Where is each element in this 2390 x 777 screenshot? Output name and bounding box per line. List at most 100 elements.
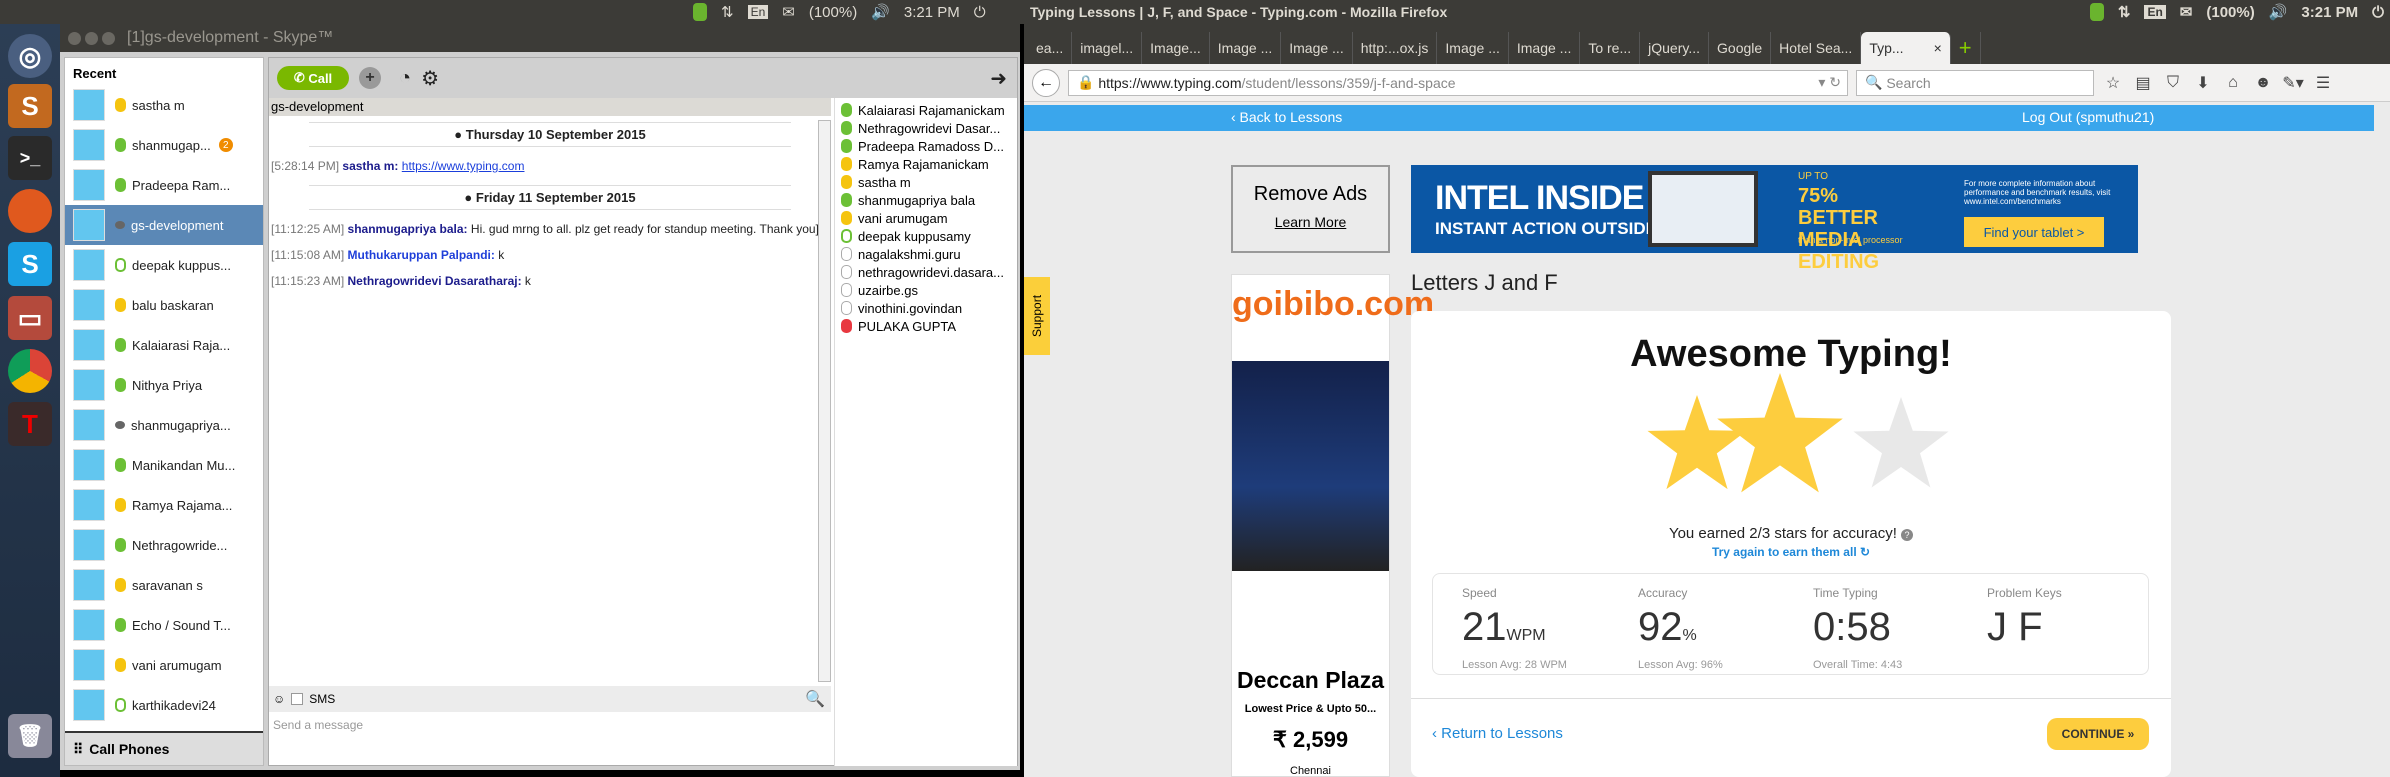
recent-item[interactable]: shanmugap... 2 [65,125,263,165]
url-bar[interactable]: 🔒 https://www.typing.com/student/lessons… [1068,69,1848,96]
typing-app-icon[interactable]: T [8,402,52,446]
browser-tab[interactable]: imagel... [1072,32,1143,64]
skype-icon[interactable]: S [8,242,52,286]
chat-scrollbar[interactable] [818,120,831,682]
extension-icon[interactable]: ✎▾ [2282,73,2304,93]
recent-item[interactable]: Echo / Sound T... [65,605,263,645]
participant-item[interactable]: nethragowridevi.dasara... [835,263,1017,281]
browser-tab[interactable]: Image ... [1210,32,1282,64]
browser-tab[interactable]: To re... [1580,32,1641,64]
add-participant-button[interactable]: + [359,67,381,89]
battery-indicator[interactable]: (100%) [2206,4,2254,21]
continue-button[interactable]: CONTINUE » [2047,718,2149,750]
browser-tab[interactable]: Image... [1142,32,1210,64]
logout-link[interactable]: Log Out (spmuthu21) [2022,109,2154,125]
network-icon[interactable]: ⇅ [721,3,734,21]
participant-item[interactable]: shanmugapriya bala [835,191,1017,209]
participant-item[interactable]: vinothini.govindan [835,299,1017,317]
back-button[interactable]: ← [1032,68,1060,97]
pocket-icon[interactable]: ⛉ [2162,74,2184,92]
power-icon[interactable]: ⏻ [2372,4,2384,21]
find-tablet-button[interactable]: Find your tablet > [1964,217,2104,247]
power-icon[interactable]: ⏻ [974,4,986,21]
recent-item[interactable]: Manikandan Mu... [65,445,263,485]
network-icon[interactable]: ⇅ [2118,3,2131,21]
back-to-lessons-link[interactable]: ‹ Back to Lessons [1231,109,1342,125]
ubuntu-dash-icon[interactable]: ◎ [8,34,52,78]
home-icon[interactable]: ⌂ [2222,74,2244,92]
recent-item[interactable]: Kalaiarasi Raja... [65,325,263,365]
recent-item[interactable]: deepak kuppus... [65,245,263,285]
clock[interactable]: 3:21 PM [904,4,960,21]
browser-tab[interactable]: Google [1709,32,1772,64]
files-icon[interactable]: ▭ [8,296,52,340]
recent-item[interactable]: vani arumugam [65,645,263,685]
new-tab-button[interactable]: + [1951,32,1981,64]
participant-item[interactable]: nagalakshmi.guru [835,245,1017,263]
maximize-button[interactable] [102,31,115,45]
browser-tab[interactable]: Image ... [1281,32,1353,64]
browser-tab[interactable]: jQuery... [1640,32,1710,64]
recent-item[interactable]: sastha m [65,85,263,125]
recent-item[interactable]: balu baskaran [65,285,263,325]
arrow-right-icon[interactable]: ➜ [990,66,1007,91]
sublime-text-icon[interactable]: S [8,84,52,128]
try-again-link[interactable]: Try again to earn them all ↻ [1411,545,2171,559]
recent-item[interactable]: Nithya Priya [65,365,263,405]
recent-item[interactable]: Nethragowride... [65,525,263,565]
help-icon[interactable]: ? [1901,529,1914,541]
call-button[interactable]: ✆ Call [277,66,349,90]
participant-item[interactable]: deepak kuppusamy [835,227,1017,245]
minimize-button[interactable] [85,31,98,45]
mail-icon[interactable]: ✉ [2180,3,2193,21]
participant-item[interactable]: Ramya Rajamanickam [835,155,1017,173]
return-to-lessons-link[interactable]: ‹ Return to Lessons [1432,725,1563,742]
message-input[interactable]: Send a message [273,718,363,732]
learn-more-link[interactable]: Learn More [1233,214,1388,230]
download-icon[interactable]: ⬇ [2192,73,2214,93]
reading-list-icon[interactable]: ▤ [2132,73,2154,93]
message-link[interactable]: https://www.typing.com [402,159,525,173]
battery-indicator[interactable]: (100%) [809,4,857,21]
goibibo-ad[interactable]: goibibo.com Deccan Plaza Lowest Price & … [1231,274,1434,777]
participant-item[interactable]: Kalaiarasi Rajamanickam [835,101,1017,119]
skype-tray-icon[interactable] [2089,3,2104,21]
intel-ad-banner[interactable]: INTEL INSIDE INSTANT ACTION OUTSIDE UP T… [1411,165,2138,273]
recent-item[interactable]: gs-development [65,205,263,245]
keyboard-indicator[interactable]: En [747,5,769,19]
participant-item[interactable]: Pradeepa Ramadoss D... [835,137,1017,155]
participant-item[interactable]: Nethragowridevi Dasar... [835,119,1017,137]
support-tab[interactable]: Support [1024,277,1050,355]
chrome-icon[interactable] [8,349,52,393]
firefox-icon[interactable] [8,189,52,233]
browser-tab[interactable]: Image ... [1437,32,1509,64]
participant-item[interactable]: sastha m [835,173,1017,191]
recent-item[interactable]: karthikadevi24 [65,685,263,725]
recent-item[interactable]: Pradeepa Ram... [65,165,263,205]
browser-tab[interactable]: Image ... [1509,32,1581,64]
participant-item[interactable]: vani arumugam [835,209,1017,227]
recent-item[interactable]: saravanan s [65,565,263,605]
menu-icon[interactable]: ☰ [2312,73,2334,93]
mail-icon[interactable]: ✉ [782,3,795,21]
clock[interactable]: 3:21 PM [2301,4,2358,21]
keyboard-indicator[interactable]: En [2144,5,2166,19]
clock-icon[interactable]: ◔ [399,67,411,90]
hello-icon[interactable]: ☻ [2252,74,2274,92]
search-icon[interactable]: 🔍 [805,689,825,709]
browser-tab[interactable]: http:...ox.js [1353,32,1438,64]
emoticon-icon[interactable]: ☺ [273,692,285,706]
close-tab-icon[interactable]: × [1934,40,1942,56]
volume-icon[interactable]: 🔊 [871,3,890,21]
browser-tab[interactable]: Hotel Sea... [1771,32,1862,64]
recent-item[interactable]: shanmugapriya... [65,405,263,445]
sms-checkbox[interactable] [291,693,304,705]
search-input[interactable]: 🔍 Search [1856,69,2094,96]
bookmark-star-icon[interactable]: ☆ [2102,73,2124,93]
participant-item[interactable]: PULAKA GUPTA [835,317,1017,335]
terminal-icon[interactable]: >_ [8,136,52,180]
browser-tab[interactable]: ea... [1028,32,1073,64]
call-phones-button[interactable]: ⠿ Call Phones [65,731,263,765]
recent-item[interactable]: Ramya Rajama... [65,485,263,525]
gear-icon[interactable]: ⚙ [421,66,439,91]
